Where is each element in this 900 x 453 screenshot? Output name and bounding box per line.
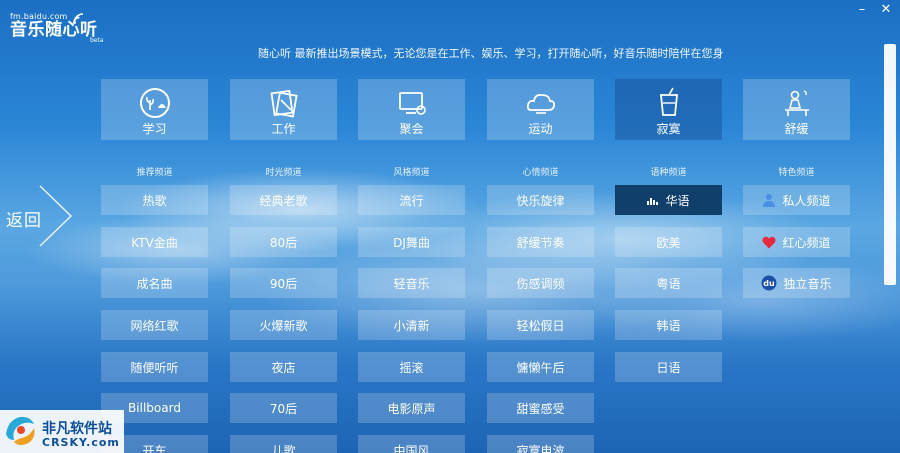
scene-study[interactable]: 学习 bbox=[101, 79, 208, 140]
scene-party[interactable]: 聚会 bbox=[358, 79, 465, 140]
channel-button[interactable]: 经典老歌 bbox=[230, 185, 337, 215]
person-icon bbox=[763, 194, 776, 207]
category-header: 时光频道 bbox=[265, 168, 302, 178]
channel-label: 私人频道 bbox=[782, 193, 831, 208]
channel-button[interactable]: 中国风 bbox=[358, 435, 465, 453]
channel-button-private[interactable]: 私人频道 bbox=[743, 185, 850, 215]
channel-button[interactable]: 日语 bbox=[615, 352, 722, 382]
logo-beta-badge: beta bbox=[90, 37, 104, 44]
scene-label: 寂寞 bbox=[656, 122, 681, 136]
app-logo: fm.baidu.com 音乐随心听 beta bbox=[10, 12, 104, 44]
channel-button[interactable]: 夜店 bbox=[230, 352, 337, 382]
channel-button-active[interactable]: 华语 bbox=[615, 185, 722, 215]
channel-button[interactable]: 小清新 bbox=[358, 310, 465, 340]
back-button[interactable]: 返回 bbox=[6, 206, 42, 231]
channel-button[interactable]: 80后 bbox=[230, 227, 337, 257]
channel-button[interactable]: 慵懒午后 bbox=[487, 352, 594, 382]
channel-button[interactable]: 欧美 bbox=[615, 227, 722, 257]
channel-button[interactable]: 快乐旋律 bbox=[487, 185, 594, 215]
channel-button[interactable]: 随便听听 bbox=[101, 352, 208, 382]
channel-button[interactable]: 舒缓节奏 bbox=[487, 227, 594, 257]
channel-button[interactable]: 寂寞电波 bbox=[487, 435, 594, 453]
channel-button[interactable]: 热歌 bbox=[101, 185, 208, 215]
cloud-icon bbox=[526, 93, 555, 114]
scene-relax[interactable]: 舒缓 bbox=[743, 79, 850, 140]
scrollbar-thumb[interactable] bbox=[884, 44, 896, 285]
category-header: 心情频道 bbox=[522, 168, 559, 178]
channel-button[interactable]: 电影原声 bbox=[358, 393, 465, 423]
category-header: 特色频道 bbox=[778, 168, 815, 178]
channel-button[interactable]: 伤感调频 bbox=[487, 268, 594, 298]
channel-label: 独立音乐 bbox=[783, 276, 832, 291]
channel-button-indie[interactable]: du 独立音乐 bbox=[743, 268, 850, 298]
scene-label: 运动 bbox=[528, 122, 553, 136]
scene-label: 工作 bbox=[271, 122, 296, 136]
channel-button[interactable]: 70后 bbox=[230, 393, 337, 423]
chevron-right-icon[interactable] bbox=[38, 184, 74, 248]
minimize-button[interactable]: – bbox=[853, 2, 871, 18]
channel-button[interactable]: 轻松假日 bbox=[487, 310, 594, 340]
channel-button[interactable]: 轻音乐 bbox=[358, 268, 465, 298]
globe-plant-icon bbox=[139, 88, 170, 118]
channel-button[interactable]: KTV金曲 bbox=[101, 227, 208, 257]
close-button[interactable]: ✕ bbox=[877, 2, 895, 18]
channel-button[interactable]: 网络红歌 bbox=[101, 310, 208, 340]
channel-label: 华语 bbox=[665, 193, 690, 208]
channel-button[interactable]: 韩语 bbox=[615, 310, 722, 340]
scene-lonely[interactable]: 寂寞 bbox=[615, 79, 722, 140]
channel-button[interactable]: 成名曲 bbox=[101, 268, 208, 298]
du-badge-icon: du bbox=[761, 275, 777, 291]
equalizer-icon bbox=[647, 198, 659, 205]
scene-label: 舒缓 bbox=[784, 122, 809, 136]
tv-icon bbox=[398, 92, 426, 115]
channel-button[interactable]: 儿歌 bbox=[230, 435, 337, 453]
tagline: 随心听 最新推出场景模式，无论您是在工作、娱乐、学习，打开随心听，好音乐随时陪伴… bbox=[258, 47, 724, 60]
category-header: 语种频道 bbox=[650, 168, 687, 178]
scene-label: 学习 bbox=[142, 122, 167, 136]
drink-icon bbox=[659, 87, 678, 116]
svg-text:du: du bbox=[764, 279, 776, 288]
heart-icon bbox=[762, 236, 777, 248]
signal-waves-icon bbox=[73, 13, 84, 24]
watermark-domain: CRSKY.com bbox=[42, 436, 120, 449]
channel-button[interactable]: 90后 bbox=[230, 268, 337, 298]
scene-sport[interactable]: 运动 bbox=[487, 79, 594, 140]
category-header: 推荐频道 bbox=[136, 168, 173, 178]
category-header: 风格频道 bbox=[393, 168, 430, 178]
channel-label: 红心频道 bbox=[782, 235, 831, 250]
scene-label: 聚会 bbox=[399, 122, 424, 136]
watermark-text: 非凡软件站 bbox=[42, 421, 112, 437]
channel-button[interactable]: 流行 bbox=[358, 185, 465, 215]
channel-button[interactable]: DJ舞曲 bbox=[358, 227, 465, 257]
channel-button[interactable]: 甜蜜感受 bbox=[487, 393, 594, 423]
channel-button[interactable]: 粤语 bbox=[615, 268, 722, 298]
channel-button[interactable]: 火爆新歌 bbox=[230, 310, 337, 340]
reading-person-icon bbox=[784, 90, 809, 116]
channel-button[interactable]: 摇滚 bbox=[358, 352, 465, 382]
documents-icon bbox=[270, 89, 298, 118]
scene-work[interactable]: 工作 bbox=[230, 79, 337, 140]
channel-button-hearts[interactable]: 红心频道 bbox=[743, 227, 850, 257]
